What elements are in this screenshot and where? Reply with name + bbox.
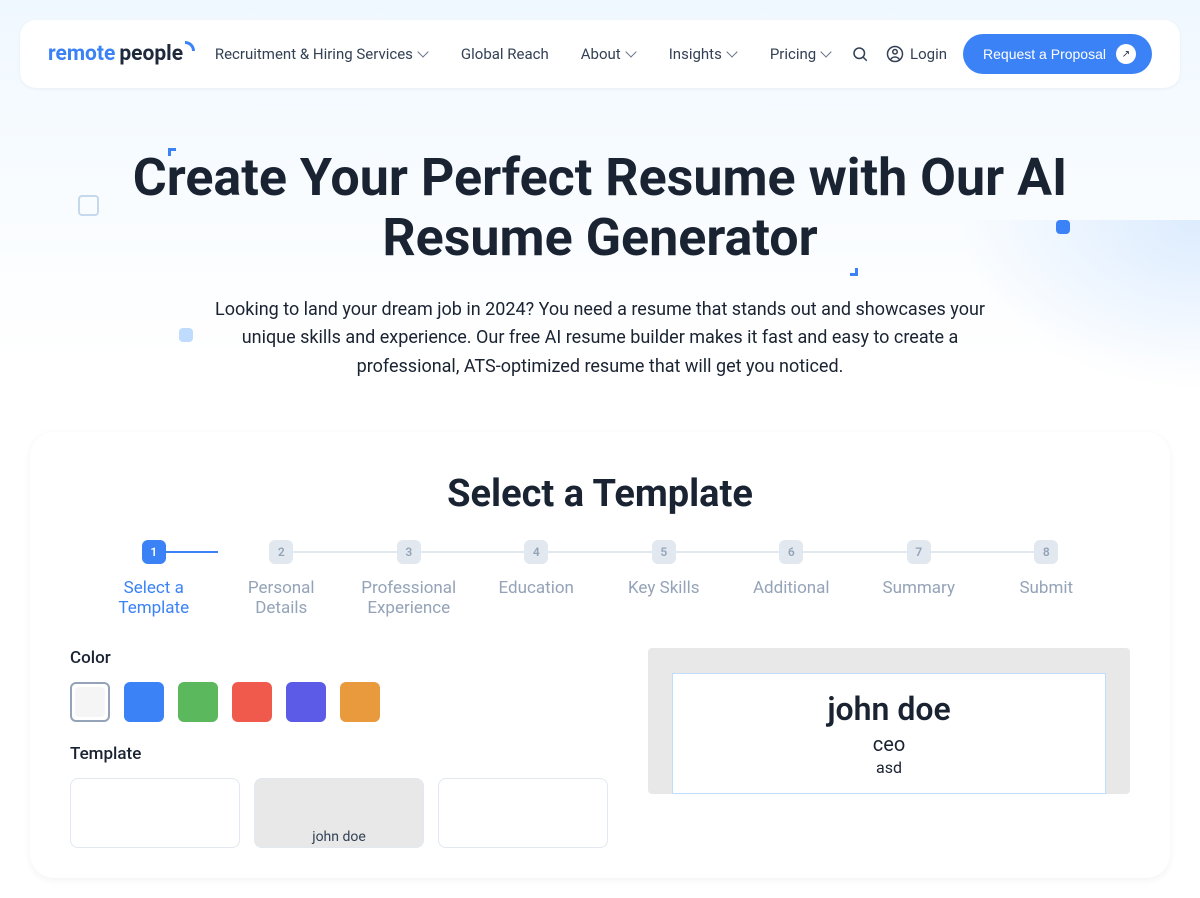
search-icon bbox=[851, 45, 869, 63]
main-header: remotepeople Recruitment & Hiring Servic… bbox=[20, 20, 1180, 88]
step-label: Additional bbox=[753, 578, 830, 598]
nav-recruitment-label: Recruitment & Hiring Services bbox=[215, 45, 413, 63]
step-line bbox=[664, 551, 792, 553]
hero-subtitle: Looking to land your dream job in 2024? … bbox=[200, 296, 1000, 382]
color-swatch-orange[interactable] bbox=[340, 682, 380, 722]
hero-section: Create Your Perfect Resume with Our AI R… bbox=[0, 108, 1200, 412]
step-label: Professional Experience bbox=[349, 578, 469, 618]
login-link[interactable]: Login bbox=[886, 45, 947, 63]
nav-pricing-label: Pricing bbox=[770, 45, 816, 63]
color-swatch-blue[interactable] bbox=[124, 682, 164, 722]
step-label: Submit bbox=[1019, 578, 1073, 598]
color-swatch-red[interactable] bbox=[232, 682, 272, 722]
stepper: 1 Select a Template 2 Personal Details 3… bbox=[70, 540, 1130, 618]
step-number: 7 bbox=[907, 540, 931, 564]
preview-name: john doe bbox=[689, 690, 1089, 728]
nav-insights[interactable]: Insights bbox=[669, 45, 738, 63]
nav-pricing[interactable]: Pricing bbox=[770, 45, 832, 63]
template-thumb-1[interactable] bbox=[70, 778, 240, 848]
template-thumb-2[interactable]: john doe bbox=[254, 778, 424, 848]
options-column: Color Template john doe bbox=[70, 648, 608, 848]
step-number: 5 bbox=[652, 540, 676, 564]
logo-arc-icon bbox=[185, 41, 195, 51]
card-title: Select a Template bbox=[70, 472, 1130, 516]
nav-insights-label: Insights bbox=[669, 45, 722, 63]
template-thumb-3[interactable] bbox=[438, 778, 608, 848]
color-swatch-purple[interactable] bbox=[286, 682, 326, 722]
color-label: Color bbox=[70, 648, 608, 668]
step-label: Select a Template bbox=[94, 578, 214, 618]
step-line bbox=[791, 551, 919, 553]
template-label: Template bbox=[70, 744, 608, 764]
step-1[interactable]: 1 Select a Template bbox=[90, 540, 218, 618]
step-label: Key Skills bbox=[628, 578, 700, 598]
chevron-down-icon bbox=[822, 51, 832, 57]
step-number: 1 bbox=[142, 540, 166, 564]
content-row: Color Template john doe bbox=[70, 648, 1130, 848]
step-number: 8 bbox=[1034, 540, 1058, 564]
template-thumb-text: john doe bbox=[312, 829, 366, 845]
chevron-down-icon bbox=[728, 51, 738, 57]
color-swatches bbox=[70, 682, 608, 722]
nav-about-label: About bbox=[581, 45, 621, 63]
login-label: Login bbox=[910, 45, 947, 63]
header-right: Login Request a Proposal ↗ bbox=[850, 34, 1152, 74]
step-2[interactable]: 2 Personal Details bbox=[218, 540, 346, 618]
template-card: Select a Template 1 Select a Template 2 … bbox=[30, 432, 1170, 878]
chevron-down-icon bbox=[419, 51, 429, 57]
step-label: Summary bbox=[883, 578, 955, 598]
nav-global-reach[interactable]: Global Reach bbox=[461, 45, 549, 63]
swatch-inner bbox=[75, 687, 105, 717]
step-line bbox=[409, 551, 537, 553]
color-swatch-green[interactable] bbox=[178, 682, 218, 722]
step-number: 6 bbox=[779, 540, 803, 564]
step-line bbox=[919, 551, 1047, 553]
preview-inner: john doe ceo asd bbox=[672, 673, 1106, 794]
nav-about[interactable]: About bbox=[581, 45, 637, 63]
preview-column: john doe ceo asd bbox=[648, 648, 1130, 848]
logo[interactable]: remotepeople bbox=[48, 42, 197, 66]
main-nav: Recruitment & Hiring Services Global Rea… bbox=[215, 45, 832, 63]
user-icon bbox=[886, 45, 904, 63]
step-label: Personal Details bbox=[221, 578, 341, 618]
step-number: 4 bbox=[524, 540, 548, 564]
preview-title: ceo bbox=[689, 732, 1089, 756]
logo-people: people bbox=[119, 42, 183, 66]
step-number: 2 bbox=[269, 540, 293, 564]
search-button[interactable] bbox=[850, 44, 870, 64]
step-line bbox=[281, 551, 409, 553]
color-swatch-white[interactable] bbox=[70, 682, 110, 722]
hero-title: Create Your Perfect Resume with Our AI R… bbox=[100, 148, 1100, 268]
step-label: Education bbox=[499, 578, 574, 598]
cta-label: Request a Proposal bbox=[983, 46, 1106, 62]
step-line bbox=[536, 551, 664, 553]
nav-global-reach-label: Global Reach bbox=[461, 45, 549, 63]
preview-box: john doe ceo asd bbox=[648, 648, 1130, 794]
nav-recruitment[interactable]: Recruitment & Hiring Services bbox=[215, 45, 429, 63]
request-proposal-button[interactable]: Request a Proposal ↗ bbox=[963, 34, 1152, 74]
logo-remote: remote bbox=[48, 42, 115, 66]
chevron-down-icon bbox=[627, 51, 637, 57]
arrow-icon: ↗ bbox=[1116, 44, 1136, 64]
preview-sub: asd bbox=[689, 758, 1089, 777]
templates-row: john doe bbox=[70, 778, 608, 848]
step-number: 3 bbox=[397, 540, 421, 564]
